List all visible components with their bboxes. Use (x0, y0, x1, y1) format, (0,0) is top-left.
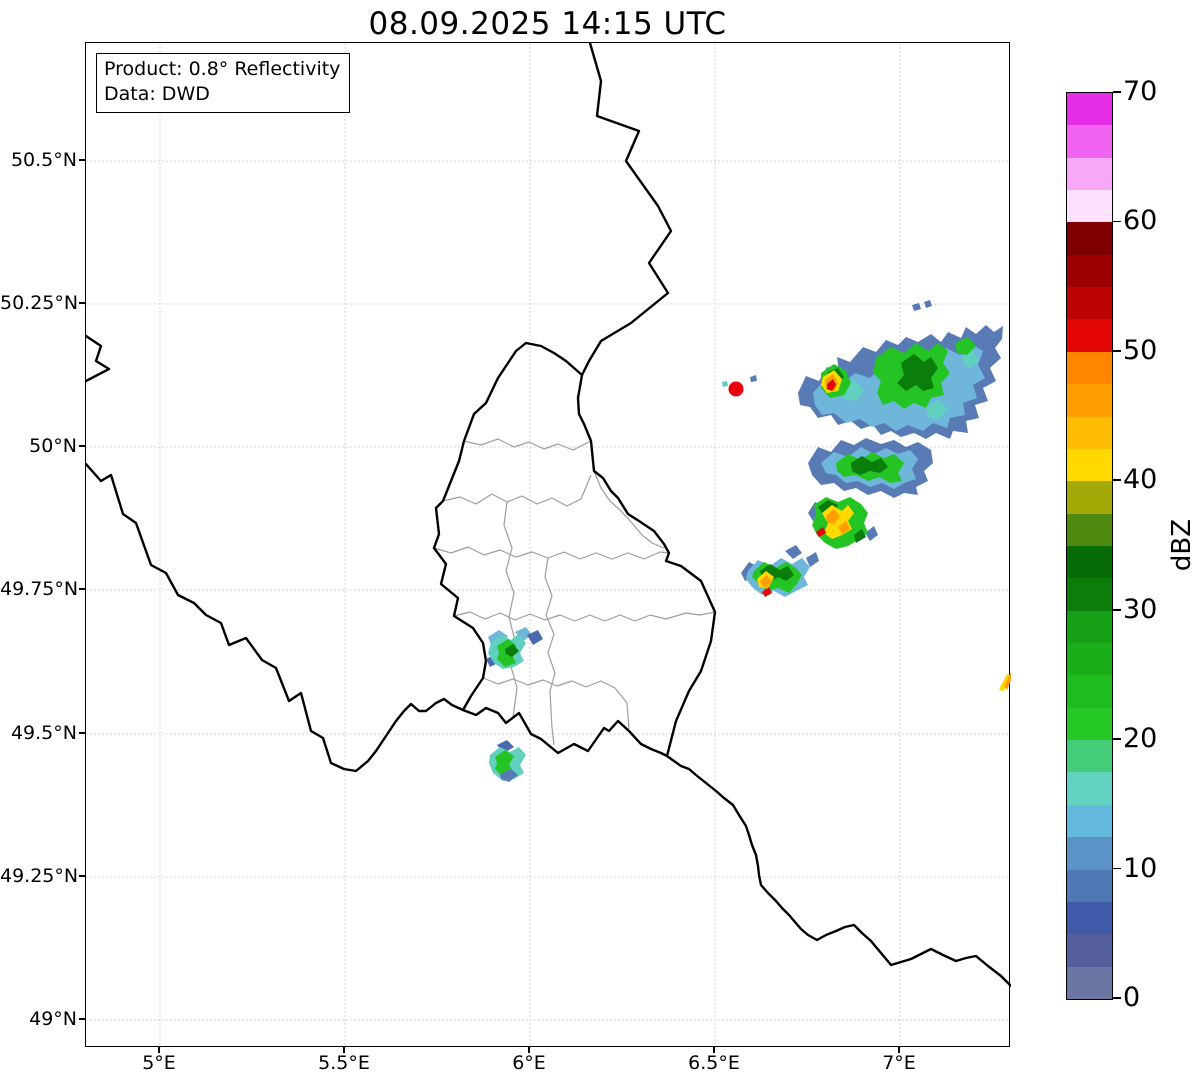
product-label: Product: 0.8° Reflectivity (104, 57, 340, 82)
colorbar-segment (1067, 93, 1112, 125)
radar-echo-storm-southeast (785, 545, 802, 559)
lat-tick-label: 50.25°N (0, 291, 77, 315)
colorbar-segment (1067, 837, 1112, 869)
colorbar-segment (1067, 643, 1112, 675)
colorbar-segment (1067, 352, 1112, 384)
radar-echo-storm-northeast (722, 381, 728, 387)
colorbar-segment (1067, 514, 1112, 546)
lon-tick (528, 1047, 530, 1053)
lat-tick-label: 49.25°N (0, 864, 77, 888)
colorbar-segment (1067, 546, 1112, 578)
colorbar-segment (1067, 772, 1112, 804)
lat-tick (79, 159, 85, 161)
lat-tick (79, 302, 85, 304)
radar-figure: { "title": "08.09.2025 14:15 UTC", "info… (0, 0, 1202, 1081)
radar-map (86, 43, 1011, 1048)
country-border (434, 343, 715, 756)
colorbar-segment (1067, 675, 1112, 707)
colorbar-tick (1113, 350, 1121, 352)
lon-tick (713, 1047, 715, 1053)
station-marker (729, 382, 744, 397)
colorbar-segment (1067, 740, 1112, 772)
colorbar-tick (1113, 868, 1121, 870)
canton-border (504, 502, 517, 717)
colorbar-segment (1067, 417, 1112, 449)
colorbar-tick (1113, 609, 1121, 611)
colorbar-tick-label: 60 (1123, 207, 1157, 235)
lon-tick (898, 1047, 900, 1053)
colorbar-segment (1067, 255, 1112, 287)
colorbar-segment (1067, 125, 1112, 157)
lon-tick-label: 6.5°E (669, 1052, 759, 1074)
colorbar-tick-label: 0 (1123, 984, 1140, 1012)
lat-tick (79, 732, 85, 734)
country-border (86, 336, 109, 381)
colorbar-segment (1067, 934, 1112, 966)
canton-border (434, 547, 669, 559)
lon-tick (343, 1047, 345, 1053)
lat-tick-label: 49.5°N (0, 721, 77, 745)
colorbar-segment (1067, 708, 1112, 740)
colorbar-tick-label: 30 (1123, 596, 1157, 624)
colorbar-tick-label: 10 (1123, 855, 1157, 883)
data-source-label: Data: DWD (104, 82, 340, 107)
lon-tick-label: 5.5°E (299, 1052, 389, 1074)
colorbar-segment (1067, 805, 1112, 837)
radar-echo-storm-northeast (750, 375, 757, 382)
colorbar-tick (1113, 221, 1121, 223)
lat-tick (79, 588, 85, 590)
colorbar-segment (1067, 384, 1112, 416)
colorbar-segment (1067, 190, 1112, 222)
colorbar-tick-label: 50 (1123, 337, 1157, 365)
canton-border (545, 558, 555, 745)
country-border (667, 756, 1011, 986)
lat-tick-label: 50°N (0, 434, 77, 458)
radar-echo-storm-northeast (924, 300, 932, 308)
colorbar (1066, 92, 1113, 1000)
lat-tick (79, 875, 85, 877)
colorbar-segment (1067, 158, 1112, 190)
colorbar-segment (1067, 902, 1112, 934)
lon-tick (158, 1047, 160, 1053)
country-border (582, 43, 671, 375)
lat-tick (79, 445, 85, 447)
colorbar-segment (1067, 870, 1112, 902)
colorbar-segment (1067, 449, 1112, 481)
colorbar-segment (1067, 967, 1112, 999)
lon-tick-label: 5°E (114, 1052, 204, 1074)
colorbar-tick (1113, 479, 1121, 481)
colorbar-segment (1067, 578, 1112, 610)
lat-tick-label: 49.75°N (0, 577, 77, 601)
country-border (86, 464, 463, 771)
map-plot-area (85, 42, 1010, 1047)
radar-echo-storm-northeast (912, 303, 921, 311)
colorbar-segment (1067, 222, 1112, 254)
lat-tick-label: 49°N (0, 1007, 77, 1031)
product-info-box: Product: 0.8° Reflectivity Data: DWD (96, 53, 350, 113)
colorbar-segment (1067, 287, 1112, 319)
colorbar-tick (1113, 91, 1121, 93)
colorbar-unit-label: dBZ (1167, 505, 1197, 585)
lat-tick-label: 50.5°N (0, 148, 77, 172)
canton-border (454, 612, 715, 621)
colorbar-segment (1067, 481, 1112, 513)
colorbar-segment (1067, 319, 1112, 351)
lon-tick-label: 6°E (484, 1052, 574, 1074)
colorbar-tick (1113, 738, 1121, 740)
colorbar-tick (1113, 997, 1121, 999)
colorbar-tick-label: 40 (1123, 466, 1157, 494)
canton-border (443, 475, 591, 506)
colorbar-segment (1067, 611, 1112, 643)
colorbar-tick-label: 70 (1123, 78, 1157, 106)
map-title: 08.09.2025 14:15 UTC (85, 6, 1010, 42)
canton-border (464, 439, 591, 450)
colorbar-tick-label: 20 (1123, 725, 1157, 753)
lat-tick (79, 1018, 85, 1020)
lon-tick-label: 7°E (854, 1052, 944, 1074)
